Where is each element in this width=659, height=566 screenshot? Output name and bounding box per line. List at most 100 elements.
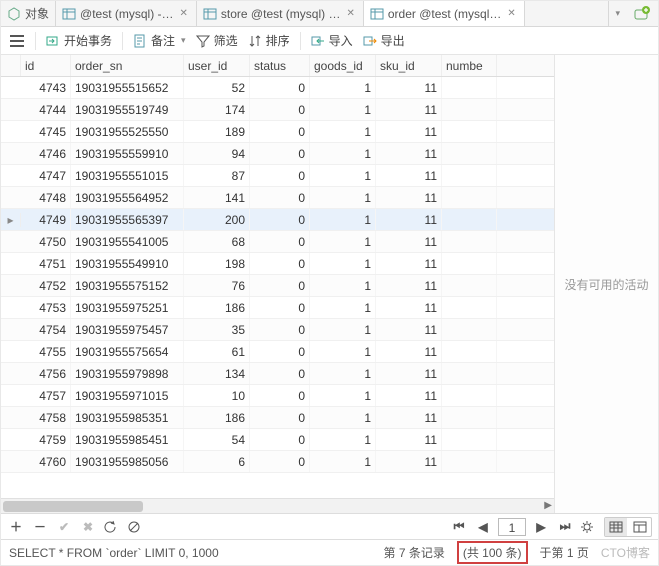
cell-id[interactable]: 4743	[21, 77, 71, 98]
cell-userid[interactable]: 76	[184, 275, 250, 296]
cell-status[interactable]: 0	[250, 451, 310, 472]
cell-userid[interactable]: 68	[184, 231, 250, 252]
col-header-ordersn[interactable]: order_sn	[71, 55, 184, 76]
col-header-userid[interactable]: user_id	[184, 55, 250, 76]
cell-status[interactable]: 0	[250, 407, 310, 428]
cell-ordersn[interactable]: 19031955575654	[71, 341, 184, 362]
prev-page-button[interactable]: ◀	[474, 520, 492, 534]
cell-status[interactable]: 0	[250, 275, 310, 296]
cell-userid[interactable]: 186	[184, 407, 250, 428]
col-header-id[interactable]: id	[21, 55, 71, 76]
cell-status[interactable]: 0	[250, 341, 310, 362]
table-row[interactable]: 4758190319559853511860111	[1, 407, 554, 429]
cell-skuid[interactable]: 11	[376, 275, 442, 296]
cell-skuid[interactable]: 11	[376, 253, 442, 274]
cell-number[interactable]	[442, 77, 497, 98]
cancel-button[interactable]: ✖	[79, 520, 97, 534]
table-row[interactable]: 4751190319555499101980111	[1, 253, 554, 275]
cell-status[interactable]: 0	[250, 253, 310, 274]
cell-id[interactable]: 4758	[21, 407, 71, 428]
begin-transaction-button[interactable]: 开始事务	[46, 32, 112, 49]
cell-skuid[interactable]: 11	[376, 209, 442, 230]
cell-number[interactable]	[442, 451, 497, 472]
cell-status[interactable]: 0	[250, 429, 310, 450]
cell-ordersn[interactable]: 19031955515652	[71, 77, 184, 98]
delete-row-button[interactable]: －	[31, 518, 49, 535]
table-row[interactable]: 475019031955541005680111	[1, 231, 554, 253]
cell-id[interactable]: 4760	[21, 451, 71, 472]
cell-number[interactable]	[442, 165, 497, 186]
table-row[interactable]: 4748190319555649521410111	[1, 187, 554, 209]
refresh-button[interactable]	[103, 520, 121, 534]
cell-number[interactable]	[442, 407, 497, 428]
cell-userid[interactable]: 61	[184, 341, 250, 362]
table-row[interactable]: ▸4749190319555653972000111	[1, 209, 554, 231]
tab-objects[interactable]: 对象	[1, 1, 56, 26]
cell-goodsid[interactable]: 1	[310, 231, 376, 252]
cell-ordersn[interactable]: 19031955985351	[71, 407, 184, 428]
cell-goodsid[interactable]: 1	[310, 319, 376, 340]
cell-status[interactable]: 0	[250, 165, 310, 186]
table-row[interactable]: 47601903195598505660111	[1, 451, 554, 473]
close-icon[interactable]: ✕	[344, 8, 356, 19]
cell-skuid[interactable]: 11	[376, 165, 442, 186]
cell-userid[interactable]: 6	[184, 451, 250, 472]
memo-button[interactable]: 备注▾	[133, 32, 186, 49]
cell-goodsid[interactable]: 1	[310, 275, 376, 296]
table-row[interactable]: 475519031955575654610111	[1, 341, 554, 363]
scroll-right-icon[interactable]: ▶	[544, 500, 552, 511]
cell-skuid[interactable]: 11	[376, 99, 442, 120]
cell-id[interactable]: 4755	[21, 341, 71, 362]
cell-number[interactable]	[442, 319, 497, 340]
cell-skuid[interactable]: 11	[376, 231, 442, 252]
cell-id[interactable]: 4746	[21, 143, 71, 164]
cell-userid[interactable]: 134	[184, 363, 250, 384]
cell-goodsid[interactable]: 1	[310, 209, 376, 230]
export-button[interactable]: 导出	[363, 32, 405, 49]
cell-goodsid[interactable]: 1	[310, 99, 376, 120]
cell-ordersn[interactable]: 19031955985451	[71, 429, 184, 450]
cell-status[interactable]: 0	[250, 363, 310, 384]
cell-id[interactable]: 4756	[21, 363, 71, 384]
cell-userid[interactable]: 189	[184, 121, 250, 142]
cell-number[interactable]	[442, 231, 497, 252]
cell-skuid[interactable]: 11	[376, 143, 442, 164]
cell-ordersn[interactable]: 19031955975251	[71, 297, 184, 318]
cell-status[interactable]: 0	[250, 319, 310, 340]
table-row[interactable]: 475219031955575152760111	[1, 275, 554, 297]
cell-number[interactable]	[442, 209, 497, 230]
cell-goodsid[interactable]: 1	[310, 451, 376, 472]
table-row[interactable]: 474619031955559910940111	[1, 143, 554, 165]
cell-status[interactable]: 0	[250, 209, 310, 230]
cell-number[interactable]	[442, 275, 497, 296]
cell-number[interactable]	[442, 253, 497, 274]
cell-skuid[interactable]: 11	[376, 407, 442, 428]
table-row[interactable]: 475419031955975457350111	[1, 319, 554, 341]
cell-skuid[interactable]: 11	[376, 363, 442, 384]
table-row[interactable]: 475719031955971015100111	[1, 385, 554, 407]
cell-id[interactable]: 4757	[21, 385, 71, 406]
cell-skuid[interactable]: 11	[376, 429, 442, 450]
import-button[interactable]: 导入	[311, 32, 353, 49]
cell-number[interactable]	[442, 121, 497, 142]
tab-order[interactable]: order @test (mysql… ✕	[364, 1, 525, 26]
filter-button[interactable]: 筛选	[196, 32, 238, 49]
cell-number[interactable]	[442, 143, 497, 164]
cell-status[interactable]: 0	[250, 143, 310, 164]
grid-view-button[interactable]	[605, 518, 627, 536]
cell-skuid[interactable]: 11	[376, 341, 442, 362]
cell-status[interactable]: 0	[250, 77, 310, 98]
table-row[interactable]: 475919031955985451540111	[1, 429, 554, 451]
cell-userid[interactable]: 200	[184, 209, 250, 230]
col-header-number[interactable]: numbe	[442, 55, 497, 76]
cell-goodsid[interactable]: 1	[310, 187, 376, 208]
cell-goodsid[interactable]: 1	[310, 429, 376, 450]
close-icon[interactable]: ✕	[178, 8, 190, 19]
cell-number[interactable]	[442, 385, 497, 406]
cell-skuid[interactable]: 11	[376, 297, 442, 318]
cell-number[interactable]	[442, 297, 497, 318]
new-tab-button[interactable]	[626, 1, 658, 26]
next-page-button[interactable]: ▶	[532, 520, 550, 534]
cell-ordersn[interactable]: 19031955565397	[71, 209, 184, 230]
grid-body[interactable]: 4743190319555156525201114744190319555197…	[1, 77, 554, 498]
